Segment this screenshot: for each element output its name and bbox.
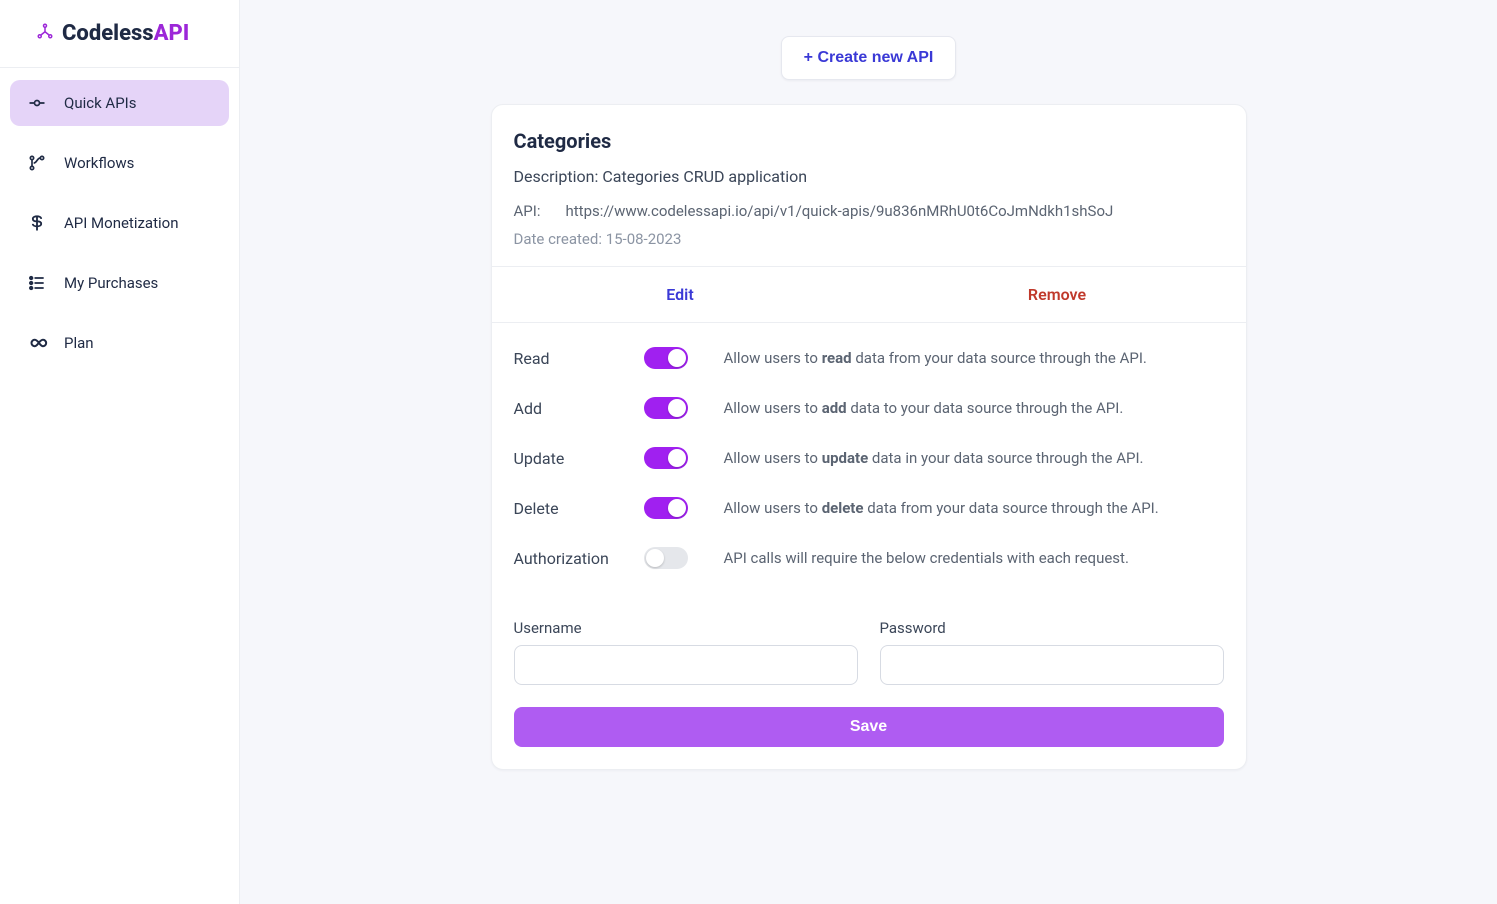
credentials: Username Password: [492, 619, 1246, 707]
logo-icon: [36, 22, 54, 45]
permission-label: Delete: [514, 499, 644, 518]
permission-delete: Delete Allow users to delete data from y…: [514, 497, 1224, 519]
api-url-row: API: https://www.codelessapi.io/api/v1/q…: [514, 202, 1224, 220]
sidebar-item-label: Plan: [64, 334, 94, 352]
permission-description: Allow users to delete data from your dat…: [724, 499, 1224, 517]
permission-label: Read: [514, 349, 644, 368]
branch-icon: [26, 152, 48, 174]
sidebar-item-workflows[interactable]: Workflows: [10, 140, 229, 186]
username-field: Username: [514, 619, 858, 685]
save-button[interactable]: Save: [514, 707, 1224, 747]
edit-button[interactable]: Edit: [492, 267, 869, 322]
sidebar-item-label: Quick APIs: [64, 94, 136, 112]
date-created: Date created: 15-08-2023: [514, 230, 1224, 248]
username-label: Username: [514, 619, 858, 637]
password-field: Password: [880, 619, 1224, 685]
sidebar-item-purchases[interactable]: My Purchases: [10, 260, 229, 306]
toggle-update[interactable]: [644, 447, 688, 469]
permission-description: Allow users to read data from your data …: [724, 349, 1224, 367]
list-icon: [26, 272, 48, 294]
main: + Create new API Categories Description:…: [240, 0, 1497, 904]
card-actions: Edit Remove: [492, 266, 1246, 323]
nav: Quick APIs Workflows API Monetizati: [0, 68, 239, 392]
api-url-value: https://www.codelessapi.io/api/v1/quick-…: [566, 202, 1114, 220]
api-card: Categories Description: Categories CRUD …: [491, 104, 1247, 770]
username-input[interactable]: [514, 645, 858, 685]
toggle-add[interactable]: [644, 397, 688, 419]
topbar: + Create new API: [300, 36, 1437, 80]
sidebar-item-plan[interactable]: Plan: [10, 320, 229, 366]
sidebar: CodelessAPI Quick APIs Wo: [0, 0, 240, 904]
permission-authorization: Authorization API calls will require the…: [514, 547, 1224, 569]
permission-description: Allow users to add data to your data sou…: [724, 399, 1224, 417]
toggle-delete[interactable]: [644, 497, 688, 519]
sidebar-item-label: API Monetization: [64, 214, 179, 232]
dollar-icon: [26, 212, 48, 234]
sidebar-item-label: My Purchases: [64, 274, 158, 292]
permission-update: Update Allow users to update data in you…: [514, 447, 1224, 469]
infinity-icon: [26, 332, 48, 354]
password-input[interactable]: [880, 645, 1224, 685]
card-title: Categories: [514, 129, 1224, 153]
sidebar-item-monetization[interactable]: API Monetization: [10, 200, 229, 246]
create-api-button[interactable]: + Create new API: [781, 36, 957, 80]
permissions-list: Read Allow users to read data from your …: [492, 323, 1246, 619]
api-url-label: API:: [514, 202, 554, 220]
permission-label: Add: [514, 399, 644, 418]
password-label: Password: [880, 619, 1224, 637]
permission-description: Allow users to update data in your data …: [724, 449, 1224, 467]
permission-add: Add Allow users to add data to your data…: [514, 397, 1224, 419]
permission-read: Read Allow users to read data from your …: [514, 347, 1224, 369]
permission-description: API calls will require the below credent…: [724, 549, 1224, 567]
remove-button[interactable]: Remove: [869, 267, 1246, 322]
sidebar-item-quick-apis[interactable]: Quick APIs: [10, 80, 229, 126]
permission-label: Update: [514, 449, 644, 468]
toggle-authorization[interactable]: [644, 547, 688, 569]
commit-icon: [26, 92, 48, 114]
permission-label: Authorization: [514, 549, 644, 568]
card-description: Description: Categories CRUD application: [514, 167, 1224, 186]
toggle-read[interactable]: [644, 347, 688, 369]
logo-text: CodelessAPI: [62, 21, 189, 46]
logo: CodelessAPI: [0, 0, 239, 68]
sidebar-item-label: Workflows: [64, 154, 134, 172]
